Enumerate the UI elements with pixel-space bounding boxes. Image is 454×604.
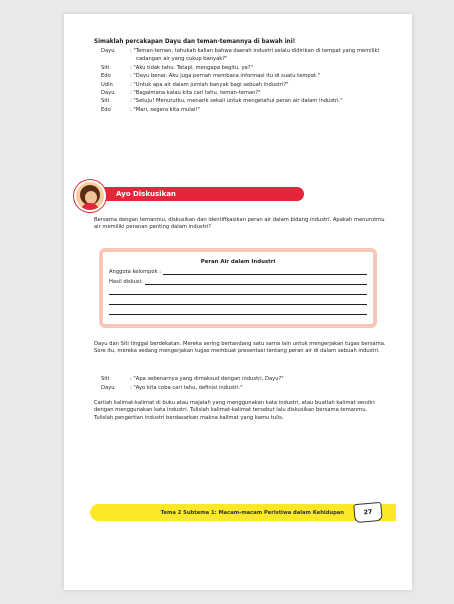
speech-text: : "Bagaimana kalau kita cari tahu, teman… <box>130 90 261 97</box>
dialogue-section: Simaklah percakapan Dayu dan teman-teman… <box>94 39 386 114</box>
discussion-result-field[interactable]: Hasil diskusi: <box>109 279 367 285</box>
page-footer: Tema 2 Subtema 1: Macam-macam Peristiwa … <box>90 501 396 524</box>
discussion-worksheet-box: Peran Air dalam Industri Anggota kelompo… <box>99 248 377 328</box>
speech-text: : "Dayu benar. Aku juga pernah membaca i… <box>130 73 320 80</box>
writing-line[interactable] <box>109 305 367 315</box>
dialogue-line: Siti : "Apa sebenarnya yang dimaksud den… <box>94 375 386 384</box>
ayo-diskusikan-banner: Ayo Diskusikan <box>74 180 324 212</box>
group-members-label: Anggota kelompok : <box>109 269 162 275</box>
story-paragraph: Dayu dan Siti tinggal berdekatan. Mereka… <box>94 341 386 355</box>
discussion-result-line[interactable] <box>144 279 367 285</box>
worksheet-title: Peran Air dalam Industri <box>200 259 276 265</box>
speaker-name: Dayu <box>101 384 115 391</box>
page-number-book-icon: 27 <box>353 501 383 524</box>
speaker-name: Siti <box>101 98 110 105</box>
speech-text: : "Apa sebenarnya yang dimaksud dengan i… <box>130 376 284 382</box>
dialogue-line: Dayu : "Ayo kita coba cari tahu, definis… <box>94 384 386 393</box>
dialogue-line: Siti : "Setuju! Menurutku, menarik sekal… <box>94 97 386 105</box>
student-avatar-icon <box>74 180 106 212</box>
dialogue-line: Siti : "Aku tidak tahu. Tetapi, mengapa … <box>94 64 386 72</box>
intro-instruction: Simaklah percakapan Dayu dan teman-teman… <box>94 39 296 45</box>
page-number: 27 <box>363 508 373 517</box>
speaker-name: Udin <box>101 81 113 88</box>
speaker-name: Edo <box>101 106 111 113</box>
task-paragraph: Carilah kalimat-kalimat di buku atau maj… <box>94 400 375 421</box>
dialogue-line: Udin : "Untuk apa air dalam jumlah banya… <box>94 81 386 89</box>
footer-theme-text: Tema 2 Subtema 1: Macam-macam Peristiwa … <box>160 509 344 516</box>
dialogue-line: Edo : "Mari, segera kita mulai!" <box>94 106 386 114</box>
speech-text: : "Aku tidak tahu. Tetapi, mengapa begit… <box>130 64 253 71</box>
speech-text: : "Setuju! Menurutku, menarik sekali unt… <box>130 98 343 105</box>
discussion-result-label: Hasil diskusi: <box>109 279 143 285</box>
speaker-name: Dayu <box>101 90 115 97</box>
speaker-name: Siti <box>101 64 110 71</box>
writing-line[interactable] <box>109 295 367 305</box>
speech-text: : "Ayo kita coba cari tahu, definisi ind… <box>130 384 243 391</box>
writing-line[interactable] <box>109 285 367 295</box>
book-page: Simaklah percakapan Dayu dan teman-teman… <box>64 14 412 590</box>
dialogue-list: Dayu : "Teman-teman, tahukah kalian bahw… <box>94 47 386 114</box>
speech-text: : "Mari, segera kita mulai!" <box>130 106 200 113</box>
dialogue-list-2: Siti : "Apa sebenarnya yang dimaksud den… <box>94 375 386 392</box>
speaker-name: Siti <box>101 376 110 382</box>
speaker-name: Dayu <box>101 48 115 54</box>
dialogue-line: Edo : "Dayu benar. Aku juga pernah memba… <box>94 72 386 80</box>
dialogue-line: Dayu : "Bagaimana kalau kita cari tahu, … <box>94 89 386 97</box>
group-members-field[interactable]: Anggota kelompok : <box>109 269 367 275</box>
dialogue-line: Dayu : "Teman-teman, tahukah kalian bahw… <box>94 47 386 64</box>
speech-text: : "Teman-teman, tahukah kalian bahwa dae… <box>130 48 379 63</box>
speech-text: : "Untuk apa air dalam jumlah banyak bag… <box>130 81 289 88</box>
speaker-name: Edo <box>101 73 111 80</box>
discussion-instruction: Bersama dengan temanmu, diskusikan dan i… <box>94 217 385 231</box>
banner-label: Ayo Diskusikan <box>94 187 304 201</box>
group-members-line[interactable] <box>163 269 367 275</box>
